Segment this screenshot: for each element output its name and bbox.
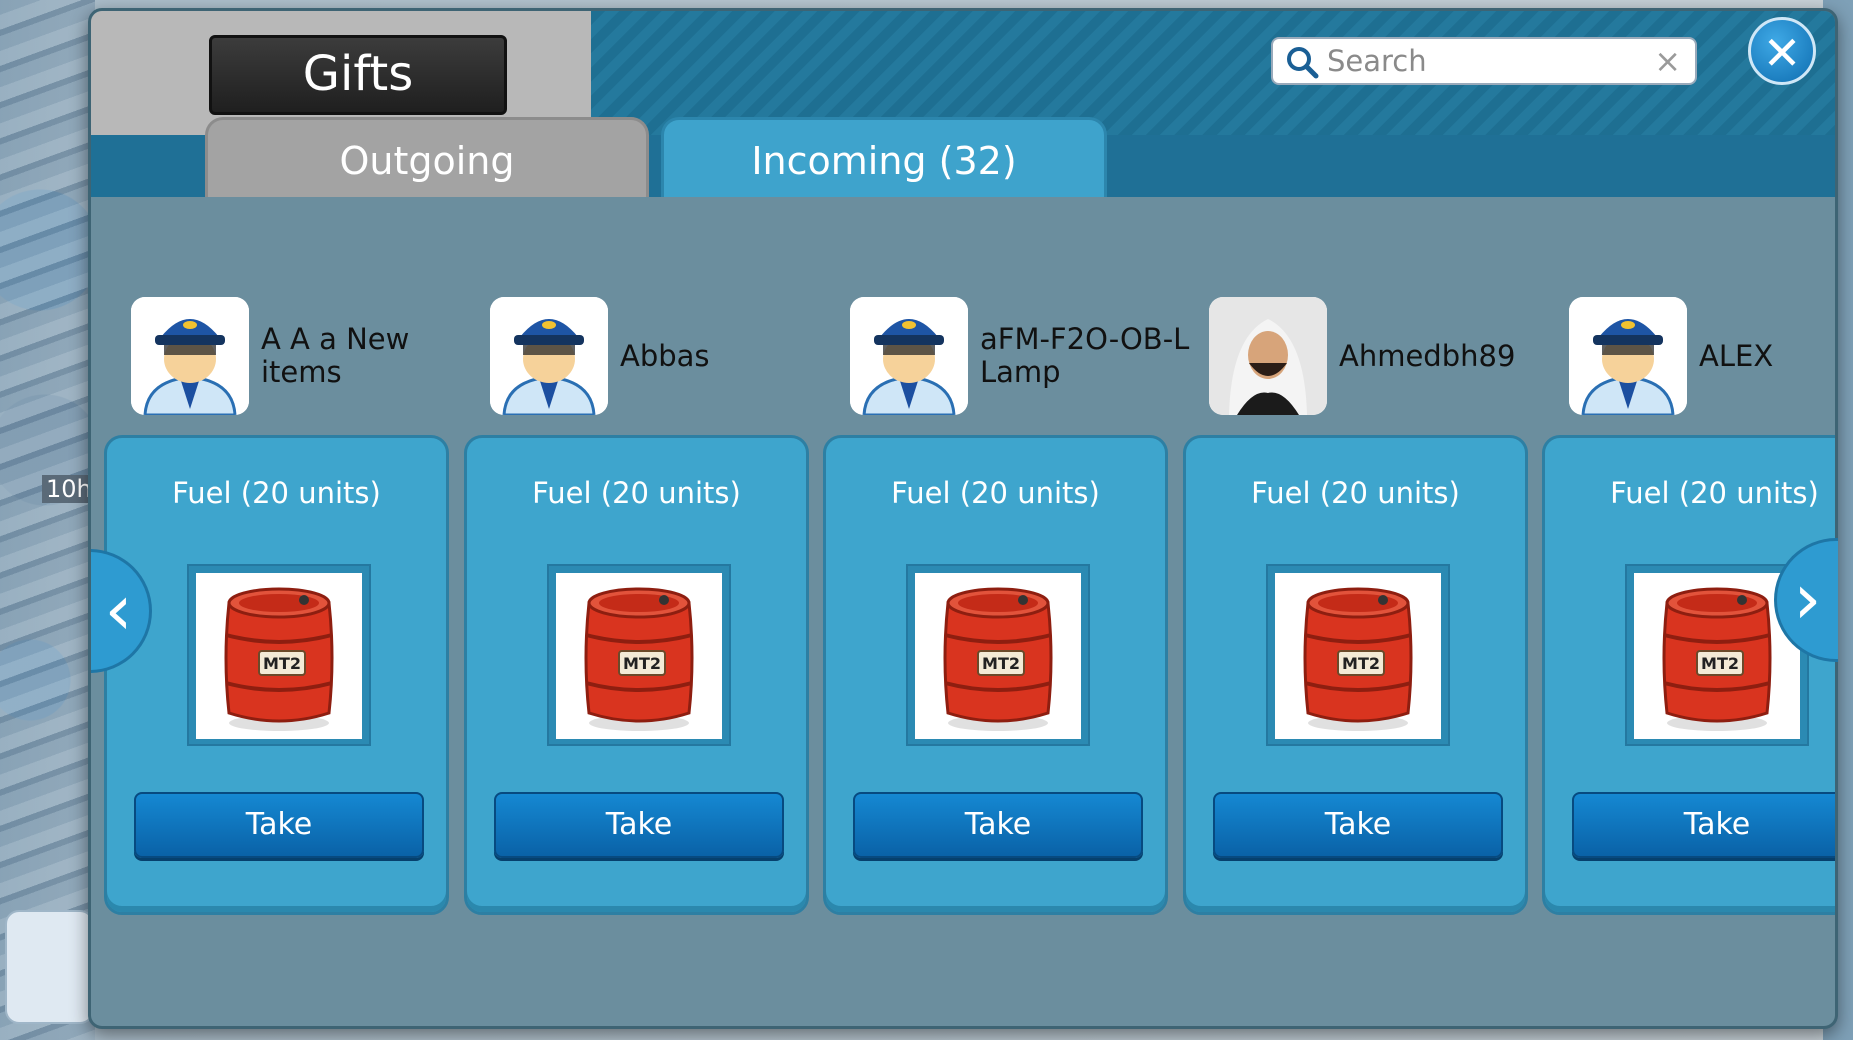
tab-incoming[interactable]: Incoming (32) — [661, 117, 1107, 197]
gift-card: Fuel (20 units) MT2 Take — [1542, 435, 1835, 915]
svg-text:MT2: MT2 — [623, 654, 661, 673]
pilot-avatar-icon — [1569, 297, 1687, 415]
close-button[interactable]: ✕ — [1748, 17, 1816, 85]
gift-card: Fuel (20 units) MT2 Take — [464, 435, 809, 915]
chevron-left-icon: ‹ — [104, 569, 133, 651]
take-button[interactable]: Take — [494, 792, 784, 858]
search-box[interactable]: × — [1271, 37, 1697, 85]
tab-outgoing[interactable]: Outgoing — [205, 117, 649, 197]
gift-item-title: Fuel (20 units) — [532, 476, 741, 510]
pilot-avatar-icon — [131, 297, 249, 415]
sender-name: Ahmedbh89 — [1339, 338, 1516, 373]
sender-name: aFM-F2O-OB-L Lamp — [980, 322, 1190, 389]
gift-card: Fuel (20 units) MT2 Take — [823, 435, 1168, 915]
photo-avatar — [1209, 297, 1327, 415]
gift-card: Fuel (20 units) MT2 Take — [104, 435, 449, 915]
game-background-left — [0, 0, 95, 1040]
gift-item-title: Fuel (20 units) — [891, 476, 1100, 510]
close-icon: ✕ — [1762, 26, 1802, 80]
gift-image-frame: MT2 — [187, 564, 371, 746]
gift-item-title: Fuel (20 units) — [1251, 476, 1460, 510]
search-input[interactable] — [1327, 43, 1647, 79]
pilot-avatar-icon — [850, 297, 968, 415]
gifts-dialog: Gifts Outgoing Incoming (32) × ✕ A A a N… — [88, 8, 1838, 1029]
fuel-barrel-icon: MT2 — [556, 573, 722, 739]
chevron-right-icon: › — [1793, 558, 1822, 640]
sender-name: A A a New items — [261, 322, 410, 389]
fuel-barrel-icon: MT2 — [196, 573, 362, 739]
svg-text:MT2: MT2 — [1701, 654, 1739, 673]
svg-text:MT2: MT2 — [263, 654, 301, 673]
shop-cart-button[interactable] — [5, 910, 94, 1024]
clear-icon[interactable]: × — [1654, 42, 1681, 80]
take-button[interactable]: Take — [853, 792, 1143, 858]
search-icon — [1287, 47, 1319, 79]
gift-image-frame: MT2 — [547, 564, 731, 746]
sender-name: ALEX — [1699, 338, 1774, 373]
fuel-barrel-icon: MT2 — [915, 573, 1081, 739]
dialog-title: Gifts — [209, 35, 507, 115]
gift-card: Fuel (20 units) MT2 Take — [1183, 435, 1528, 915]
take-button[interactable]: Take — [1213, 792, 1503, 858]
take-button[interactable]: Take — [134, 792, 424, 858]
gift-item-title: Fuel (20 units) — [172, 476, 381, 510]
svg-text:MT2: MT2 — [1342, 654, 1380, 673]
sender-name: Abbas — [620, 338, 710, 373]
gift-image-frame: MT2 — [1266, 564, 1450, 746]
take-button[interactable]: Take — [1572, 792, 1835, 858]
gift-image-frame: MT2 — [906, 564, 1090, 746]
gift-item-title: Fuel (20 units) — [1610, 476, 1819, 510]
fuel-barrel-icon: MT2 — [1275, 573, 1441, 739]
pilot-avatar-icon — [490, 297, 608, 415]
svg-text:MT2: MT2 — [982, 654, 1020, 673]
